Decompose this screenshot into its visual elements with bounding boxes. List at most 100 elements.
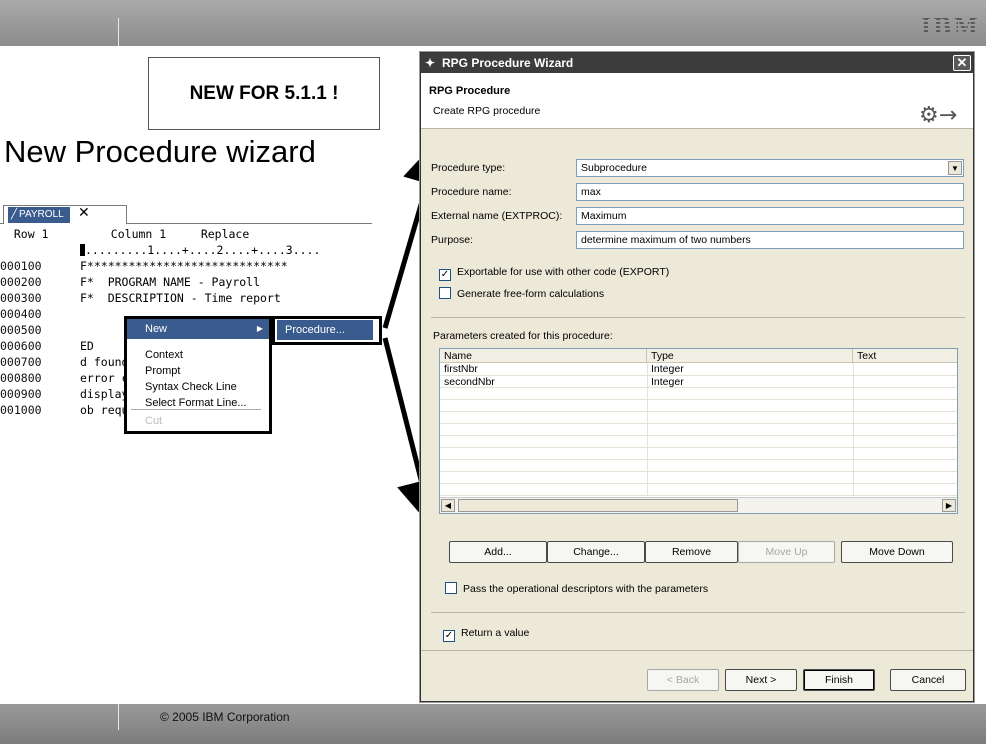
param-type: Integer (651, 376, 684, 388)
menu-item-cut: Cut (145, 415, 163, 427)
export-checkbox-box[interactable]: ✓ (439, 269, 451, 281)
return-value-checkbox-box[interactable]: ✓ (443, 630, 455, 642)
finish-button[interactable]: Finish (803, 669, 875, 691)
sequence-number: 000600 (0, 339, 42, 353)
source-line[interactable]: 000100 F***************************** (0, 258, 372, 274)
grid-line (440, 471, 957, 472)
freeform-checkbox-box[interactable] (439, 287, 451, 299)
editor-status-line: Row 1 Column 1 Replace (0, 226, 372, 242)
source-text: F***************************** (80, 259, 288, 273)
menu-item-prompt[interactable]: Prompt (127, 363, 269, 379)
slide-heading: New Procedure wizard (4, 134, 316, 169)
footer-separator (421, 650, 973, 651)
freeform-checkbox[interactable]: Generate free-form calculations (439, 287, 604, 301)
cancel-button[interactable]: Cancel (890, 669, 966, 691)
footer-divider (118, 704, 119, 730)
menu-item-syntax-check[interactable]: Syntax Check Line (127, 379, 269, 395)
grid-line (440, 495, 957, 496)
editor-tab-payroll[interactable]: PAYROLL ✕ (3, 205, 127, 224)
external-name-field[interactable]: Maximum (576, 207, 964, 225)
slide-footer-bar: © 2005 IBM Corporation (0, 704, 986, 744)
section-separator (431, 317, 965, 318)
grid-line (440, 459, 957, 460)
chevron-left-icon[interactable]: ◀ (441, 499, 455, 512)
editor-tab-label: PAYROLL (8, 207, 70, 223)
wizard-title: RPG Procedure Wizard (442, 56, 574, 70)
source-text: F* PROGRAM NAME - Payroll (80, 275, 261, 289)
source-line[interactable]: 000300 F* DESCRIPTION - Time report (0, 290, 372, 306)
column-header-type[interactable]: Type (647, 349, 853, 363)
column-header-name[interactable]: Name (440, 349, 647, 363)
return-value-label: Return a value (461, 627, 530, 639)
grid-line (440, 447, 957, 448)
header-divider (118, 18, 119, 46)
status-column: Column 1 (110, 227, 167, 241)
ibm-logo: IBM (920, 14, 980, 40)
new-feature-callout: NEW FOR 5.1.1 ! (148, 57, 380, 130)
status-row: Row 1 (13, 227, 49, 241)
procedure-type-label: Procedure type: (431, 162, 506, 174)
sequence-number: 000800 (0, 371, 42, 385)
wizard-title-bar[interactable]: ✦ RPG Procedure Wizard ✕ (421, 53, 973, 73)
table-row[interactable]: firstNbr Integer (440, 363, 957, 375)
grid-line (440, 435, 957, 436)
add-button[interactable]: Add... (449, 541, 547, 563)
return-value-checkbox[interactable]: ✓ Return a value (443, 626, 530, 642)
menu-item-new[interactable]: New (127, 319, 269, 339)
parameters-table-header: Name Type Text (440, 349, 957, 363)
remove-button[interactable]: Remove (645, 541, 738, 563)
horizontal-scrollbar[interactable]: ◀ ▶ (440, 497, 957, 513)
close-icon[interactable]: ✕ (78, 205, 90, 221)
param-name: firstNbr (444, 363, 478, 375)
procedure-name-field[interactable]: max (576, 183, 964, 201)
close-icon[interactable]: ✕ (953, 55, 971, 71)
grid-line (440, 399, 957, 400)
param-text (853, 376, 857, 388)
section-separator (431, 612, 965, 613)
wizard-app-icon: ✦ (425, 56, 436, 70)
menu-item-procedure[interactable]: Procedure... (277, 320, 373, 340)
move-down-button[interactable]: Move Down (841, 541, 953, 563)
slide-header-bar: IBM (0, 0, 986, 46)
external-name-label: External name (EXTPROC): (431, 210, 563, 222)
source-line[interactable]: 000200 F* PROGRAM NAME - Payroll (0, 274, 372, 290)
new-submenu: Procedure... (272, 316, 382, 345)
grid-line (440, 423, 957, 424)
next-button[interactable]: Next > (725, 669, 797, 691)
column-header-text[interactable]: Text (853, 349, 957, 363)
rpg-procedure-wizard: ✦ RPG Procedure Wizard ✕ RPG Procedure Cr… (420, 52, 974, 702)
back-button[interactable]: < Back (647, 669, 719, 691)
grid-line (440, 483, 957, 484)
banner-subtitle: Create RPG procedure (433, 105, 541, 117)
menu-separator (131, 409, 261, 410)
sequence-number: 000100 (0, 259, 42, 273)
param-text (853, 363, 857, 375)
purpose-label: Purpose: (431, 234, 474, 246)
freeform-checkbox-label: Generate free-form calculations (457, 288, 605, 300)
export-checkbox-label: Exportable for use with other code (EXPO… (457, 266, 670, 278)
wizard-body: Procedure type: Subprocedure ▼ Procedure… (421, 130, 973, 650)
move-up-button[interactable]: Move Up (738, 541, 835, 563)
chevron-down-icon[interactable]: ▼ (948, 161, 962, 175)
purpose-field[interactable]: determine maximum of two numbers (576, 231, 964, 249)
grid-line (440, 411, 957, 412)
procedure-type-combo[interactable]: Subprocedure ▼ (576, 159, 964, 177)
status-mode: Replace (200, 227, 250, 241)
chevron-right-icon[interactable]: ▶ (942, 499, 956, 512)
sequence-number: 000300 (0, 291, 42, 305)
scrollbar-thumb[interactable] (458, 499, 738, 512)
table-row[interactable]: secondNbr Integer (440, 376, 957, 388)
change-button[interactable]: Change... (547, 541, 645, 563)
source-text: F* DESCRIPTION - Time report (80, 291, 281, 305)
pass-descriptors-checkbox-box[interactable] (445, 582, 457, 594)
parameters-table[interactable]: Name Type Text firstNbr Integer secondNb… (439, 348, 958, 514)
copyright-text: © 2005 IBM Corporation (160, 710, 290, 724)
export-checkbox[interactable]: ✓ Exportable for use with other code (EXP… (439, 265, 670, 281)
menu-item-context[interactable]: Context (127, 347, 269, 363)
editor-tab-bar: PAYROLL ✕ (0, 204, 372, 224)
banner-title: RPG Procedure (429, 85, 511, 97)
param-name: secondNbr (444, 376, 495, 388)
context-menu: New Context Prompt Syntax Check Line Sel… (124, 316, 272, 434)
procedure-name-label: Procedure name: (431, 186, 512, 198)
pass-descriptors-checkbox[interactable]: Pass the operational descriptors with th… (445, 582, 708, 596)
